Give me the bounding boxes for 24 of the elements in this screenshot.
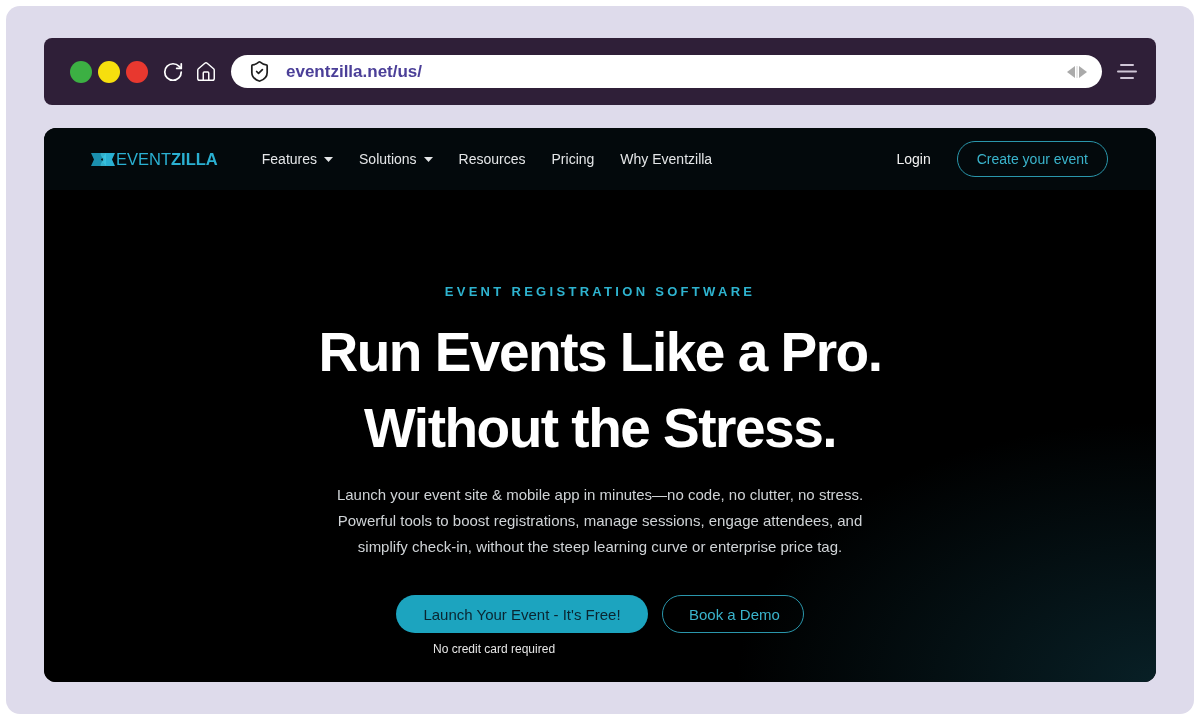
window-dot-icon[interactable]	[98, 60, 120, 83]
login-link[interactable]: Login	[896, 151, 931, 167]
hero-headline: Run Events Like a Pro. Without the Stress.	[317, 320, 883, 461]
menu-icon[interactable]	[1117, 64, 1137, 79]
nav-link[interactable]: Why Eventzilla	[620, 151, 713, 167]
no-credit-card-note: No credit card required	[433, 642, 556, 657]
nav-link[interactable]: Pricing	[551, 151, 595, 167]
logo-icon	[91, 152, 115, 166]
shield-check-icon	[248, 60, 271, 83]
launch-event-button[interactable]: Launch Your Event - It's Free!	[396, 595, 648, 633]
address-field[interactable]: eventzilla.net/us/	[231, 55, 1102, 88]
nav-link[interactable]: Resources	[458, 151, 526, 167]
home-icon[interactable]	[195, 60, 217, 83]
window-dot-icon[interactable]	[126, 60, 148, 83]
window-dot-icon[interactable]	[70, 60, 92, 83]
nav-link[interactable]: Solutions	[359, 151, 433, 167]
left-right-arrows-icon	[1066, 65, 1088, 78]
nav-link[interactable]: Features	[261, 151, 333, 167]
reload-icon[interactable]	[162, 60, 184, 83]
logo-text[interactable]: EVENTZILLA	[116, 149, 218, 169]
eyebrow-text: EVENT REGISTRATION SOFTWARE	[444, 284, 756, 300]
caret-down-icon	[324, 156, 333, 162]
hero-description: Launch your event site & mobile app in minutes—no code, no clutter, no stress. Powerful tools to boost registrations, manage sessions, engage attendees, and simplify check-in, without the steep learning curve or enterprise price tag.	[335, 485, 865, 557]
caret-down-icon	[423, 156, 433, 162]
